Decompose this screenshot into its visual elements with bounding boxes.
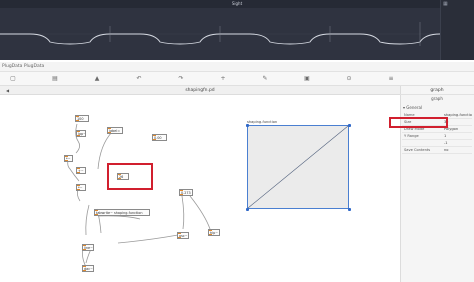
inspector-section-general[interactable]: ▾ General bbox=[403, 104, 422, 111]
inspector-header: graph bbox=[400, 86, 474, 95]
grid-icon[interactable]: ▦ bbox=[443, 1, 448, 7]
edit-mode-icon[interactable]: ✎ bbox=[260, 73, 270, 85]
new-file-icon[interactable]: ▢ bbox=[8, 73, 18, 85]
number-box[interactable]: 100 bbox=[75, 115, 89, 122]
value-display[interactable]: 0.273 bbox=[179, 189, 193, 196]
dac-object[interactable]: dac~ bbox=[82, 265, 94, 272]
open-file-icon[interactable]: ▤ bbox=[50, 73, 60, 85]
float-display[interactable]: 0.00 bbox=[152, 134, 167, 141]
patch-object[interactable]: osc~ bbox=[177, 232, 189, 239]
plugdata-titlebar bbox=[0, 62, 474, 72]
property-value[interactable]: 1 bbox=[444, 133, 472, 140]
toolbar bbox=[0, 72, 474, 86]
property-key: Y Range bbox=[404, 134, 419, 138]
property-row-y-range[interactable]: Y Range 1 bbox=[402, 133, 472, 140]
patch-object[interactable]: *~ bbox=[64, 155, 73, 162]
redo-icon[interactable]: ↷ bbox=[176, 73, 186, 85]
resize-handle[interactable] bbox=[245, 207, 249, 211]
property-value[interactable]: -1 bbox=[444, 140, 472, 147]
save-icon[interactable]: ▲ bbox=[92, 73, 102, 85]
patch-object[interactable]: +~ bbox=[76, 167, 86, 174]
patch-object[interactable]: line~ bbox=[82, 244, 94, 251]
tab-patch[interactable]: shapingfn.pd bbox=[150, 86, 250, 95]
highlight-box bbox=[389, 117, 448, 128]
patch-object[interactable]: *~ bbox=[76, 184, 86, 191]
tab-back-icon[interactable]: ◀ bbox=[6, 86, 9, 95]
add-object-icon[interactable]: + bbox=[218, 73, 228, 85]
waveform-side-panel bbox=[440, 0, 474, 60]
highlight-box bbox=[107, 163, 153, 190]
patch-object[interactable]: hip~ bbox=[208, 229, 220, 236]
waveform-title: Sight bbox=[231, 1, 243, 6]
array-curve bbox=[247, 125, 349, 209]
sidebar-toggle-icon[interactable]: ≡ bbox=[386, 73, 396, 85]
label-message[interactable]: label= bbox=[107, 127, 123, 134]
tabwrite-object[interactable]: tabwrite~ shaping-function bbox=[94, 209, 150, 216]
property-value[interactable]: 32 bbox=[444, 119, 472, 126]
property-value[interactable]: Polygon bbox=[444, 126, 472, 133]
patch-object[interactable]: lop~ bbox=[76, 130, 86, 137]
property-key: Save Contents bbox=[404, 148, 431, 152]
resize-handle[interactable] bbox=[245, 123, 249, 127]
undo-icon[interactable]: ↶ bbox=[134, 73, 144, 85]
lock-icon[interactable]: ▣ bbox=[302, 73, 312, 85]
property-value[interactable]: no bbox=[444, 147, 472, 154]
property-row-y-range-min[interactable]: -1 bbox=[402, 140, 472, 147]
property-row-save-contents[interactable]: Save Contents no bbox=[402, 147, 472, 154]
plugdata-window-title: PlugData PlugData bbox=[2, 64, 45, 69]
inspector-object-name: graph bbox=[431, 96, 443, 101]
section-label: General bbox=[406, 105, 423, 110]
waveform-display bbox=[0, 22, 440, 46]
zoom-icon[interactable]: ⊙ bbox=[344, 73, 354, 85]
screen-root: Sight ▦ PlugData PlugData ▢ ▤ ▲ ↶ ↷ + ✎ … bbox=[0, 0, 474, 282]
resize-handle[interactable] bbox=[347, 207, 351, 211]
resize-handle[interactable] bbox=[347, 123, 351, 127]
property-value[interactable]: shaping-function bbox=[444, 112, 472, 119]
